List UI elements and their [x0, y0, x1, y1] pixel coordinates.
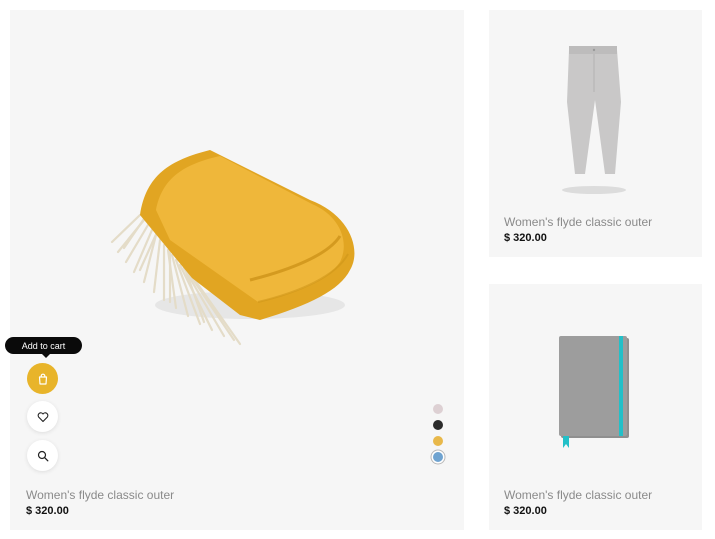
pants-image [562, 46, 626, 194]
add-to-cart-button[interactable] [27, 363, 58, 394]
wishlist-button[interactable] [27, 401, 58, 432]
bag-icon [38, 373, 47, 385]
search-icon [37, 450, 48, 461]
product-name[interactable]: Women's flyde classic outer [504, 488, 652, 502]
color-swatch[interactable] [433, 420, 443, 430]
product-price: $ 320.00 [26, 505, 69, 517]
color-swatch[interactable] [433, 436, 443, 446]
notebook-image [559, 336, 629, 448]
heart-icon [37, 411, 48, 422]
product-name[interactable]: Women's flyde classic outer [504, 215, 652, 229]
product-card-pants[interactable]: Women's flyde classic outer $ 320.00 [489, 10, 702, 257]
product-card-blanket[interactable]: Women's flyde classic outer $ 320.00 [10, 10, 464, 530]
tooltip-label: Add to cart [21, 340, 66, 351]
product-name[interactable]: Women's flyde classic outer [26, 488, 174, 502]
product-card-notebook[interactable]: Women's flyde classic outer $ 320.00 [489, 284, 702, 530]
add-to-cart-tooltip: Add to cart [5, 337, 82, 358]
quick-view-button[interactable] [27, 440, 58, 471]
product-price: $ 320.00 [504, 505, 547, 517]
blanket-image [110, 150, 355, 346]
product-price: $ 320.00 [504, 232, 547, 244]
color-swatch-selected[interactable] [433, 452, 443, 462]
color-swatch[interactable] [433, 404, 443, 414]
